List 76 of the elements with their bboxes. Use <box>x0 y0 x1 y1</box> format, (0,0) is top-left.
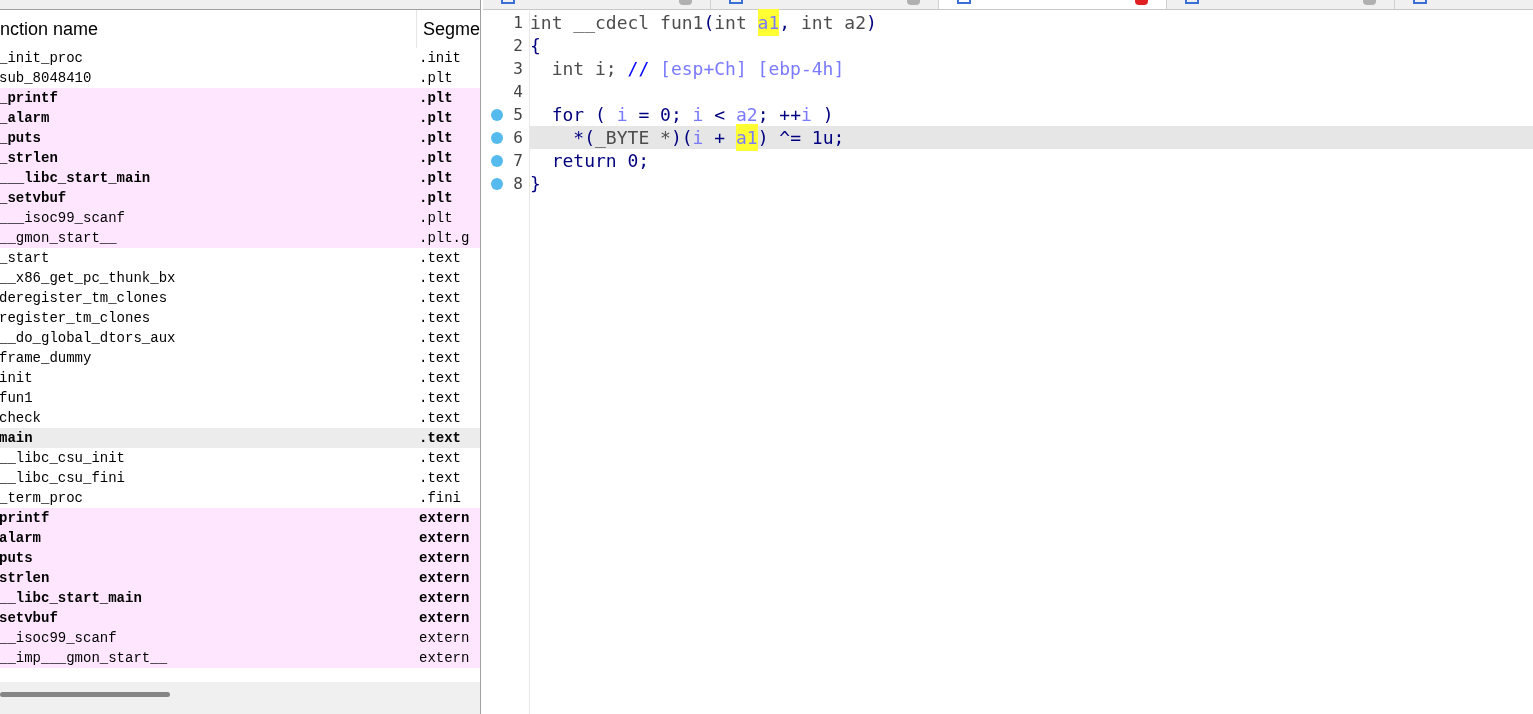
line-number: 8 <box>513 172 523 195</box>
segment-name: extern <box>419 548 470 568</box>
segment-name: .fini <box>419 488 461 508</box>
segment-name: .text <box>419 248 461 268</box>
segment-name: .init <box>419 48 461 68</box>
function-name: frame_dummy <box>0 348 93 368</box>
function-row[interactable]: strlen extern <box>0 568 480 588</box>
scrollbar-thumb[interactable] <box>0 691 170 697</box>
segment-name: extern <box>419 528 470 548</box>
gutter-row[interactable]: 1 <box>483 11 529 34</box>
column-header[interactable]: Segme <box>416 15 480 43</box>
segment-name: .plt <box>419 88 453 108</box>
function-name: strlen <box>0 568 51 588</box>
segment-name: .plt <box>419 208 453 228</box>
gutter-row[interactable]: 5 <box>483 103 529 126</box>
segment-name: .plt <box>419 108 453 128</box>
segment-name: extern <box>419 608 470 628</box>
segment-name: .plt <box>419 128 453 148</box>
segment-name: .text <box>419 368 461 388</box>
segment-name: .plt <box>419 188 453 208</box>
line-number: 7 <box>513 149 523 172</box>
line-number: 5 <box>513 103 523 126</box>
segment-name: .text <box>419 348 461 368</box>
function-name: init <box>0 368 34 388</box>
gutter-row[interactable]: 4 <box>483 80 529 103</box>
function-name: sub_8048410 <box>0 68 93 88</box>
segment-name: .text <box>419 328 461 348</box>
segment-name: .plt.g <box>419 228 470 248</box>
code-line: { <box>530 34 542 57</box>
segment-name: .text <box>419 408 461 428</box>
segment-name: .text <box>419 448 461 468</box>
code-line: int __cdecl fun1(int a1, int a2) <box>530 11 1533 34</box>
function-name: deregister_tm_clones <box>0 288 169 308</box>
code-line: int i; // [esp+Ch] [ebp-4h] <box>550 57 846 80</box>
segment-name: extern <box>419 588 470 608</box>
line-number: 2 <box>513 34 523 57</box>
segment-name: .text <box>419 388 461 408</box>
segment-name: extern <box>419 628 470 648</box>
segment-name: .text <box>419 468 461 488</box>
function-row[interactable]: main .text <box>0 428 480 448</box>
function-row[interactable]: printf extern <box>0 508 480 528</box>
gutter-row[interactable]: 8 <box>483 172 529 195</box>
gutter-row[interactable]: 2 <box>483 34 529 57</box>
segment-name: .text <box>419 268 461 288</box>
line-number: 1 <box>513 11 523 34</box>
segment-name: extern <box>419 508 470 528</box>
view-tab[interactable] <box>939 0 1167 9</box>
code-line: } <box>530 172 542 195</box>
function-name: setvbuf <box>0 608 59 628</box>
horizontal-scrollbar[interactable] <box>0 682 480 706</box>
function-row[interactable]: puts extern <box>0 548 480 568</box>
line-number: 6 <box>513 126 523 149</box>
line-number: 4 <box>513 80 523 103</box>
segment-name: .text <box>419 288 461 308</box>
line-number: 3 <box>513 57 523 80</box>
function-name: register_tm_clones <box>0 308 152 328</box>
function-name: puts <box>0 548 34 568</box>
function-name: alarm <box>0 528 42 548</box>
function-row[interactable]: setvbuf extern <box>0 608 480 628</box>
function-name: fun1 <box>0 388 34 408</box>
gutter-row[interactable]: 7 <box>483 149 529 172</box>
segment-name: .plt <box>419 68 453 88</box>
segment-name: .text <box>419 308 461 328</box>
gutter-row[interactable]: 3 <box>483 57 529 80</box>
segment-name: extern <box>419 648 470 668</box>
function-name: main <box>0 428 34 448</box>
segment-name: .plt <box>419 148 453 168</box>
function-row[interactable]: alarm extern <box>0 528 480 548</box>
segment-name: .text <box>419 428 461 448</box>
code-line: return 0; <box>550 149 651 172</box>
function-name: check <box>0 408 42 428</box>
segment-name: extern <box>419 568 470 588</box>
segment-name: .plt <box>419 168 453 188</box>
function-name: printf <box>0 508 51 528</box>
gutter-row[interactable]: 6 <box>483 126 529 149</box>
code-line: for ( i = 0; i < a2; ++i ) <box>550 103 835 126</box>
